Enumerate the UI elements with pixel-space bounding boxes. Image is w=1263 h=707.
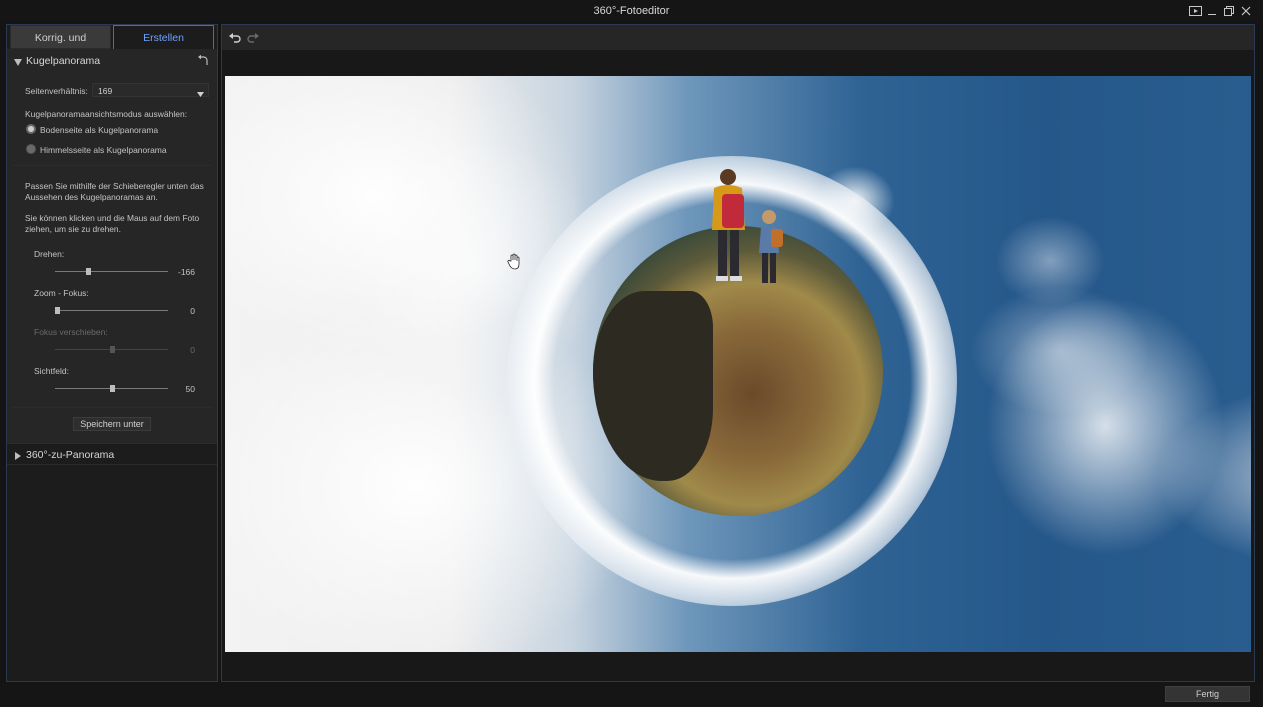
undo-icon[interactable] — [228, 30, 242, 44]
panorama-section-title: 360°-zu-Panorama — [26, 449, 115, 461]
collapse-triangle-icon — [14, 57, 22, 69]
panorama-photo[interactable] — [225, 76, 1251, 652]
slider-zoom-thumb[interactable] — [55, 307, 60, 314]
reset-icon[interactable] — [197, 54, 209, 69]
cloud — [995, 216, 1105, 306]
aspect-ratio-value: 169 — [98, 86, 113, 96]
radio-ground-side[interactable] — [26, 124, 36, 134]
cloud — [985, 296, 1225, 556]
view-mode-label: Kugelpanoramaansichtsmodus auswählen: — [25, 109, 188, 119]
slider-rotate-track[interactable] — [55, 271, 168, 272]
slider-fov-value: 50 — [185, 384, 195, 394]
help-text-drag: Sie können klicken und die Maus auf dem … — [25, 213, 200, 234]
person-child — [757, 209, 785, 292]
tab-bar: Korrig. und ausrichten Erstellen — [7, 25, 217, 68]
slider-focus-shift-thumb — [110, 346, 115, 353]
close-icon[interactable] — [1237, 3, 1255, 19]
slider-zoom-label: Zoom - Fokus: — [34, 288, 89, 298]
presentation-icon[interactable] — [1186, 3, 1204, 19]
slider-fov-thumb[interactable] — [110, 385, 115, 392]
slider-focus-shift-value: 0 — [190, 345, 195, 355]
slider-focus-shift-label: Fokus verschieben: — [34, 327, 108, 337]
aspect-ratio-label: Seitenverhältnis: — [25, 86, 88, 96]
divider — [12, 407, 212, 408]
footer-bar — [0, 683, 1263, 707]
person-adult — [700, 168, 760, 291]
radio-ground-side-label: Bodenseite als Kugelpanorama — [40, 125, 159, 135]
editor-area — [221, 24, 1255, 682]
slider-fov-label: Sichtfeld: — [34, 366, 69, 376]
restore-icon[interactable] — [1220, 3, 1238, 19]
chevron-down-icon — [197, 88, 204, 100]
hand-cursor-icon — [507, 253, 523, 274]
slider-rotate-value: -166 — [177, 267, 195, 277]
slider-rotate-label: Drehen: — [34, 249, 65, 259]
left-panel: Korrig. und ausrichten Erstellen Kugelpa… — [6, 24, 218, 682]
radio-sky-side[interactable] — [26, 144, 36, 154]
editor-toolbar — [222, 25, 1254, 50]
save-as-button[interactable]: Speichern unter — [73, 417, 151, 431]
sphere-section-header[interactable]: Kugelpanorama — [7, 50, 217, 72]
done-button[interactable]: Fertig — [1165, 686, 1250, 702]
window-title: 360°-Fotoeditor — [593, 5, 670, 17]
slider-zoom-track[interactable] — [55, 310, 168, 311]
expand-triangle-icon — [15, 451, 21, 463]
radio-sky-side-label: Himmelsseite als Kugelpanorama — [40, 145, 167, 155]
minimize-icon[interactable] — [1203, 3, 1221, 19]
tab-erstellen[interactable]: Erstellen — [113, 25, 214, 49]
title-bar: 360°-Fotoeditor — [0, 0, 1263, 22]
help-text-sliders: Passen Sie mithilfe der Schieberegler un… — [25, 181, 204, 202]
redo-icon[interactable] — [246, 30, 260, 44]
aspect-ratio-select[interactable]: 169 — [92, 83, 209, 97]
panorama-section-header[interactable]: 360°-zu-Panorama — [7, 443, 217, 465]
slider-zoom-value: 0 — [190, 306, 195, 316]
sphere-section-title: Kugelpanorama — [26, 55, 101, 67]
tab-korrig-ausrichten[interactable]: Korrig. und ausrichten — [10, 25, 111, 68]
divider — [12, 165, 212, 166]
slider-rotate-thumb[interactable] — [85, 268, 91, 275]
